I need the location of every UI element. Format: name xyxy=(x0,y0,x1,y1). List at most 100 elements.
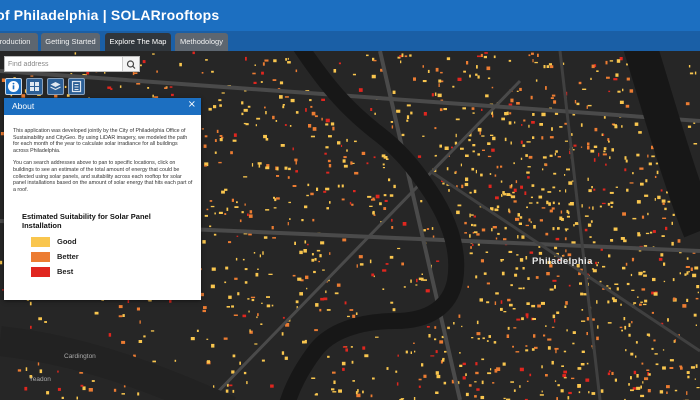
rooftop[interactable] xyxy=(236,201,238,204)
rooftop[interactable] xyxy=(282,316,285,319)
rooftop[interactable] xyxy=(566,168,570,171)
rooftop[interactable] xyxy=(333,69,337,73)
rooftop[interactable] xyxy=(552,201,555,205)
rooftop[interactable] xyxy=(396,382,399,386)
rooftop[interactable] xyxy=(413,342,415,344)
rooftop[interactable] xyxy=(527,166,531,168)
rooftop[interactable] xyxy=(397,354,399,357)
rooftop[interactable] xyxy=(211,70,214,73)
rooftop[interactable] xyxy=(79,371,84,374)
rooftop[interactable] xyxy=(483,272,487,275)
rooftop[interactable] xyxy=(459,364,463,367)
rooftop[interactable] xyxy=(491,148,495,152)
rooftop[interactable] xyxy=(542,168,544,171)
rooftop[interactable] xyxy=(326,171,330,174)
tab-explore-the-map[interactable]: Explore The Map xyxy=(105,33,171,51)
rooftop[interactable] xyxy=(613,78,618,81)
rooftop[interactable] xyxy=(425,289,430,293)
rooftop[interactable] xyxy=(538,195,543,199)
rooftop[interactable] xyxy=(647,389,651,393)
rooftop[interactable] xyxy=(687,125,692,128)
rooftop[interactable] xyxy=(473,224,477,227)
rooftop[interactable] xyxy=(447,326,450,330)
rooftop[interactable] xyxy=(337,184,340,188)
rooftop[interactable] xyxy=(325,118,330,123)
rooftop[interactable] xyxy=(473,215,476,218)
rooftop[interactable] xyxy=(169,86,173,88)
rooftop[interactable] xyxy=(659,390,664,394)
rooftop[interactable] xyxy=(358,255,363,259)
rooftop[interactable] xyxy=(530,95,533,100)
rooftop[interactable] xyxy=(251,298,255,302)
rooftop[interactable] xyxy=(334,292,339,295)
rooftop[interactable] xyxy=(352,314,356,318)
rooftop[interactable] xyxy=(526,171,530,174)
rooftop[interactable] xyxy=(650,231,653,234)
rooftop[interactable] xyxy=(517,235,519,239)
rooftop[interactable] xyxy=(528,218,531,222)
rooftop[interactable] xyxy=(580,123,583,127)
rooftop[interactable] xyxy=(481,358,485,361)
rooftop[interactable] xyxy=(24,386,28,391)
rooftop[interactable] xyxy=(476,65,478,69)
rooftop[interactable] xyxy=(607,300,610,304)
rooftop[interactable] xyxy=(694,378,696,380)
rooftop[interactable] xyxy=(694,71,697,75)
rooftop[interactable] xyxy=(435,154,437,157)
rooftop[interactable] xyxy=(600,389,604,393)
rooftop[interactable] xyxy=(558,202,560,205)
rooftop[interactable] xyxy=(513,327,517,329)
rooftop[interactable] xyxy=(325,187,330,191)
rooftop[interactable] xyxy=(534,61,538,64)
rooftop[interactable] xyxy=(329,252,331,255)
rooftop[interactable] xyxy=(316,187,319,191)
rooftop[interactable] xyxy=(216,129,219,133)
rooftop[interactable] xyxy=(250,296,256,299)
rooftop[interactable] xyxy=(315,393,318,396)
rooftop[interactable] xyxy=(295,111,299,114)
rooftop[interactable] xyxy=(338,62,341,65)
rooftop[interactable] xyxy=(528,54,531,57)
rooftop[interactable] xyxy=(350,161,353,165)
rooftop[interactable] xyxy=(311,258,315,262)
rooftop[interactable] xyxy=(179,62,182,67)
rooftop[interactable] xyxy=(218,99,222,102)
rooftop[interactable] xyxy=(486,301,490,304)
rooftop[interactable] xyxy=(525,154,528,157)
rooftop[interactable] xyxy=(587,177,589,181)
rooftop[interactable] xyxy=(662,349,665,351)
rooftop[interactable] xyxy=(427,69,430,73)
rooftop[interactable] xyxy=(228,241,232,244)
rooftop[interactable] xyxy=(328,164,332,168)
rooftop[interactable] xyxy=(487,77,491,80)
rooftop[interactable] xyxy=(587,145,590,150)
rooftop[interactable] xyxy=(640,385,642,389)
rooftop[interactable] xyxy=(586,317,590,321)
rooftop[interactable] xyxy=(557,156,561,158)
rooftop[interactable] xyxy=(356,264,358,268)
rooftop[interactable] xyxy=(644,194,649,197)
rooftop[interactable] xyxy=(280,144,285,147)
rooftop[interactable] xyxy=(644,377,649,381)
rooftop[interactable] xyxy=(624,156,627,160)
rooftop[interactable] xyxy=(605,163,607,166)
rooftop[interactable] xyxy=(631,289,635,291)
rooftop[interactable] xyxy=(446,57,451,61)
rooftop[interactable] xyxy=(607,372,610,376)
rooftop[interactable] xyxy=(435,371,439,375)
rooftop[interactable] xyxy=(275,197,280,200)
rooftop[interactable] xyxy=(347,315,350,318)
rooftop[interactable] xyxy=(485,94,489,98)
rooftop[interactable] xyxy=(555,349,557,354)
rooftop[interactable] xyxy=(551,207,555,210)
rooftop[interactable] xyxy=(563,370,567,374)
rooftop[interactable] xyxy=(571,377,575,380)
rooftop[interactable] xyxy=(551,360,554,365)
rooftop[interactable] xyxy=(474,395,477,398)
rooftop[interactable] xyxy=(282,105,285,109)
rooftop[interactable] xyxy=(311,111,316,116)
rooftop[interactable] xyxy=(475,169,477,174)
rooftop[interactable] xyxy=(294,241,296,245)
rooftop[interactable] xyxy=(295,69,298,73)
rooftop[interactable] xyxy=(522,287,525,290)
